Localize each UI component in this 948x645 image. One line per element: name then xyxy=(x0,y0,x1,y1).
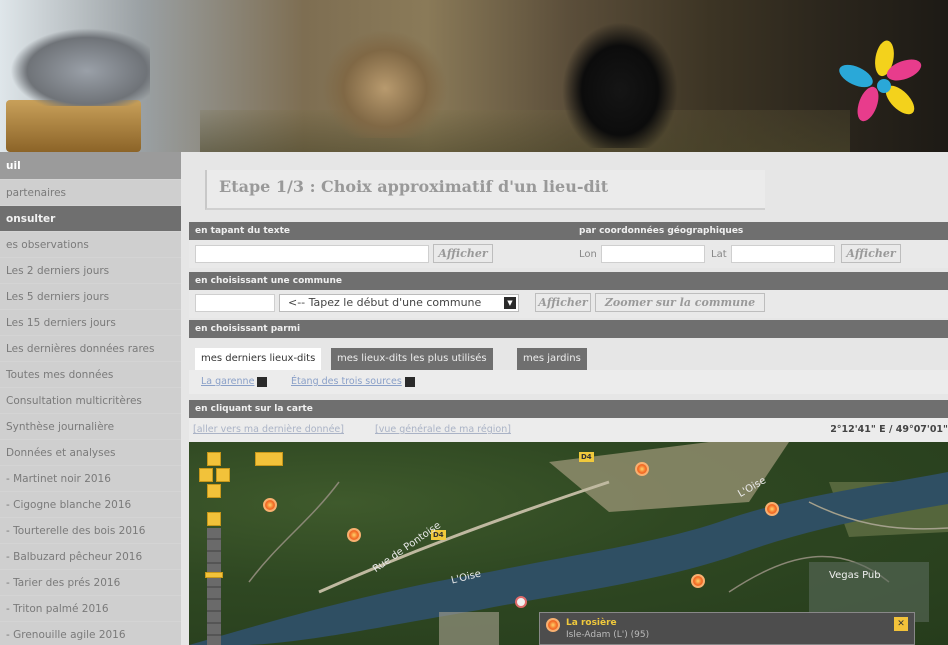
map-popup: La rosière Isle-Adam (L') (95) ✕ xyxy=(539,612,915,645)
section-bar-map: en cliquant sur la carte xyxy=(189,400,948,418)
map-marker[interactable] xyxy=(635,462,649,476)
map-links-row: [aller vers ma dernière donnée] [vue gén… xyxy=(189,418,948,442)
sidebar-item[interactable]: es observations xyxy=(0,232,181,258)
coords-readout: 2°12'41" E / 49°07'01" xyxy=(830,424,948,435)
lat-label: Lat xyxy=(711,249,727,260)
geo-afficher-button[interactable]: Afficher xyxy=(841,244,901,263)
section-text-header: en tapant du texte xyxy=(195,226,290,236)
parmi-links-row: La garenne Étang des trois sources xyxy=(189,370,948,394)
sidebar-item[interactable]: Les 2 derniers jours xyxy=(0,258,181,284)
layer-switch-button[interactable] xyxy=(255,452,283,466)
sidebar-item[interactable]: onsulter xyxy=(0,206,181,232)
zoom-commune-button[interactable]: Zoomer sur la commune xyxy=(595,293,765,312)
sidebar-item[interactable]: - Tourterelle des bois 2016 xyxy=(0,518,181,544)
row-commune: <-- Tapez le début d'une commune ▼ Affic… xyxy=(189,290,948,318)
lat-input[interactable] xyxy=(731,245,835,263)
close-icon[interactable]: ✕ xyxy=(894,617,908,631)
sidebar-item[interactable]: Les 5 derniers jours xyxy=(0,284,181,310)
sidebar-item[interactable]: - Cigogne blanche 2016 xyxy=(0,492,181,518)
text-search-input[interactable] xyxy=(195,245,429,263)
map-marker[interactable] xyxy=(765,502,779,516)
sidebar-item[interactable]: Les dernières données rares xyxy=(0,336,181,362)
sidebar-item[interactable]: Données et analyses xyxy=(0,440,181,466)
pan-down-button[interactable] xyxy=(207,484,221,498)
zoom-slider-handle[interactable] xyxy=(205,572,223,578)
banner-pigeon-image xyxy=(10,28,150,106)
banner-post xyxy=(6,100,141,152)
zoom-in-button[interactable] xyxy=(207,512,221,526)
tab-mes-jardins[interactable]: mes jardins xyxy=(517,348,587,370)
popup-title: La rosière xyxy=(566,618,617,628)
section-parmi-header: en choisissant parmi xyxy=(195,324,301,334)
popup-subtitle: Isle-Adam (L') (95) xyxy=(566,630,650,640)
tab-derniers-lieux-dits[interactable]: mes derniers lieux-dits xyxy=(195,348,322,370)
sidebar-item[interactable]: - Triton palmé 2016 xyxy=(0,596,181,622)
dropdown-icon xyxy=(404,376,415,387)
link-la-garenne[interactable]: La garenne xyxy=(201,376,268,387)
map-marker[interactable] xyxy=(263,498,277,512)
commune-select-value: <-- Tapez le début d'une commune xyxy=(288,296,482,309)
lon-label: Lon xyxy=(579,249,597,260)
commune-select[interactable]: <-- Tapez le début d'une commune ▼ xyxy=(279,294,519,312)
row-text-geo: Afficher Lon Lat Afficher xyxy=(189,240,948,268)
banner-ground xyxy=(200,110,850,152)
tab-plus-utilises[interactable]: mes lieux-dits les plus utilisés xyxy=(331,348,493,370)
text-afficher-button[interactable]: Afficher xyxy=(433,244,493,263)
map-marker[interactable] xyxy=(691,574,705,588)
link-derniere-donnee[interactable]: [aller vers ma dernière donnée] xyxy=(193,424,344,435)
site-logo[interactable] xyxy=(838,38,924,122)
commune-input[interactable] xyxy=(195,294,275,312)
commune-afficher-button[interactable]: Afficher xyxy=(535,293,591,312)
map[interactable]: D4 D4 Rue de Pontoise L'Oise L'Oise Vega… xyxy=(189,442,948,645)
link-etang[interactable]: Étang des trois sources xyxy=(291,376,415,387)
section-bar-commune: en choisissant une commune xyxy=(189,272,948,290)
lon-input[interactable] xyxy=(601,245,705,263)
sidebar-item[interactable]: Les 15 derniers jours xyxy=(0,310,181,336)
sidebar-item[interactable]: - Martinet noir 2016 xyxy=(0,466,181,492)
section-map-header: en cliquant sur la carte xyxy=(195,404,313,414)
pan-right-button[interactable] xyxy=(216,468,230,482)
section-geo-header: par coordonnées géographiques xyxy=(579,226,744,236)
sidebar-item[interactable]: Consultation multicritères xyxy=(0,388,181,414)
link-la-garenne-label: La garenne xyxy=(201,376,255,387)
section-bar-parmi: en choisissant parmi xyxy=(189,320,948,338)
section-bar-text-geo: en tapant du texte par coordonnées géogr… xyxy=(189,222,948,240)
page-title-box: Etape 1/3 : Choix approximatif d'un lieu… xyxy=(205,170,765,210)
main-content: Etape 1/3 : Choix approximatif d'un lieu… xyxy=(181,152,948,645)
link-etang-label: Étang des trois sources xyxy=(291,376,402,387)
poi-label-vegas-pub: Vegas Pub xyxy=(829,570,881,581)
pan-up-button[interactable] xyxy=(207,452,221,466)
sidebar-item[interactable]: partenaires xyxy=(0,180,181,206)
sidebar-item[interactable]: Synthèse journalière xyxy=(0,414,181,440)
zoom-slider[interactable] xyxy=(207,528,221,645)
sidebar-item[interactable]: uil xyxy=(0,152,181,180)
sidebar-item[interactable]: - Grenouille agile 2016 xyxy=(0,622,181,645)
sidebar-item[interactable]: Toutes mes données xyxy=(0,362,181,388)
header-banner xyxy=(0,0,948,152)
map-marker[interactable] xyxy=(347,528,361,542)
road-tag-d4: D4 xyxy=(579,452,594,462)
row-parmi: mes derniers lieux-dits mes lieux-dits l… xyxy=(189,338,948,394)
banner-lark-image xyxy=(320,28,450,138)
dropdown-icon xyxy=(257,376,268,387)
popup-marker-icon xyxy=(546,618,560,632)
pan-left-button[interactable] xyxy=(199,468,213,482)
banner-blackbird-image xyxy=(560,20,680,148)
chevron-down-icon: ▼ xyxy=(504,297,516,309)
sidebar-item[interactable]: - Balbuzard pêcheur 2016 xyxy=(0,544,181,570)
page-title: Etape 1/3 : Choix approximatif d'un lieu… xyxy=(219,177,609,196)
map-marker-selected[interactable] xyxy=(515,596,527,608)
section-commune-header: en choisissant une commune xyxy=(195,276,342,286)
sidebar: uil partenaires onsulter es observations Les… xyxy=(0,152,181,645)
sidebar-item[interactable]: - Tarier des prés 2016 xyxy=(0,570,181,596)
link-vue-generale[interactable]: [vue générale de ma région] xyxy=(375,424,511,435)
